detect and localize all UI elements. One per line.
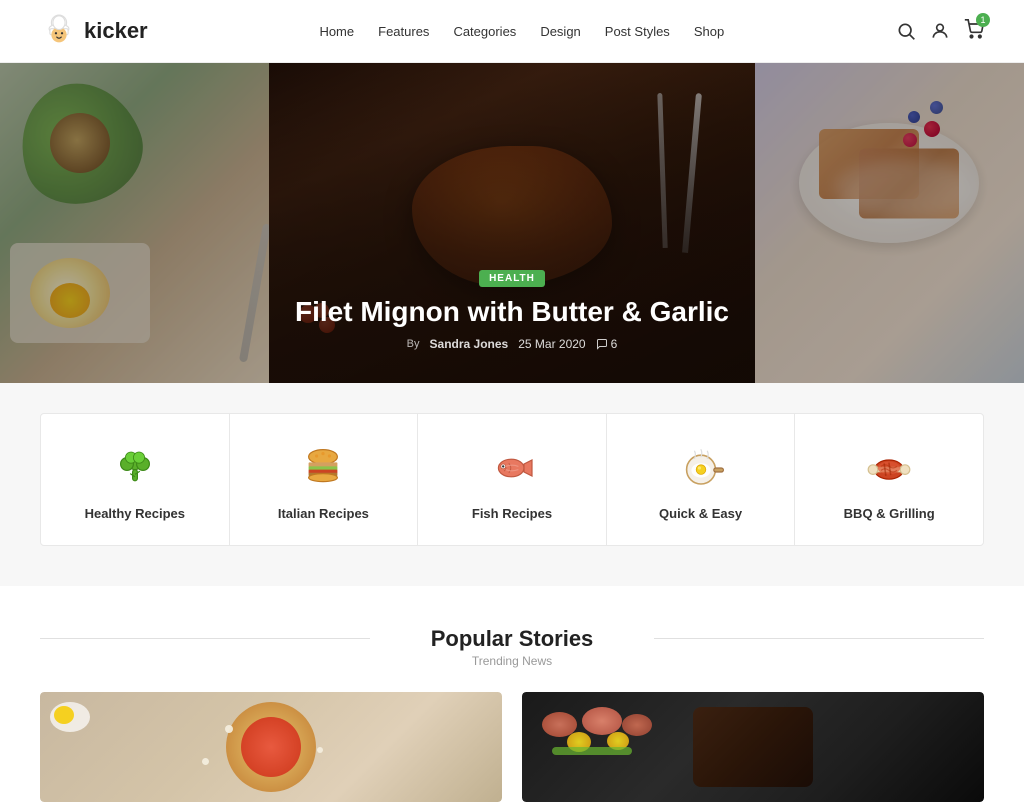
healthy-recipes-label: Healthy Recipes bbox=[85, 506, 185, 521]
hero-date: 25 Mar 2020 bbox=[518, 337, 585, 351]
popular-title: Popular Stories bbox=[40, 626, 984, 652]
nav-design[interactable]: Design bbox=[540, 24, 580, 39]
comment-icon bbox=[596, 338, 608, 350]
category-bbq-grilling[interactable]: BBQ & Grilling bbox=[795, 414, 983, 545]
category-quick-easy[interactable]: Quick & Easy bbox=[607, 414, 796, 545]
bbq-grilling-label: BBQ & Grilling bbox=[844, 506, 935, 521]
logo-text: kicker bbox=[84, 18, 148, 44]
hero-title: Filet Mignon with Butter & Garlic bbox=[289, 295, 734, 329]
hero-section: HEALTH Filet Mignon with Butter & Garlic… bbox=[0, 63, 1024, 383]
categories-section: Healthy Recipes Italian Recipes bbox=[0, 383, 1024, 586]
hero-author: Sandra Jones bbox=[430, 337, 509, 351]
popular-header: Popular Stories Trending News bbox=[40, 626, 984, 668]
categories-grid: Healthy Recipes Italian Recipes bbox=[40, 413, 984, 546]
popular-stories-section: Popular Stories Trending News bbox=[0, 586, 1024, 802]
stories-grid bbox=[40, 692, 984, 802]
user-icon[interactable] bbox=[930, 21, 950, 41]
nav-home[interactable]: Home bbox=[319, 24, 354, 39]
category-fish-recipes[interactable]: Fish Recipes bbox=[418, 414, 607, 545]
story-card-1[interactable] bbox=[40, 692, 502, 802]
hero-author-label: By bbox=[407, 338, 420, 350]
logo[interactable]: kicker bbox=[40, 12, 148, 50]
nav-shop[interactable]: Shop bbox=[694, 24, 724, 39]
nav-categories[interactable]: Categories bbox=[453, 24, 516, 39]
italian-recipes-icon bbox=[297, 442, 349, 494]
site-header: kicker Home Features Categories Design P… bbox=[0, 0, 1024, 63]
hero-content: HEALTH Filet Mignon with Butter & Garlic… bbox=[269, 268, 754, 351]
nav-post-styles[interactable]: Post Styles bbox=[605, 24, 670, 39]
category-healthy-recipes[interactable]: Healthy Recipes bbox=[41, 414, 230, 545]
search-icon[interactable] bbox=[896, 21, 916, 41]
hero-left-image bbox=[0, 63, 269, 383]
hero-meta: By Sandra Jones 25 Mar 2020 6 bbox=[289, 337, 734, 351]
quick-easy-label: Quick & Easy bbox=[659, 506, 742, 521]
hero-badge: HEALTH bbox=[479, 270, 545, 287]
hero-comments: 6 bbox=[596, 337, 618, 351]
logo-icon bbox=[40, 12, 78, 50]
popular-subtitle: Trending News bbox=[40, 654, 984, 668]
main-nav: Home Features Categories Design Post Sty… bbox=[319, 24, 724, 39]
healthy-recipes-icon bbox=[109, 442, 161, 494]
header-icons: 1 bbox=[896, 19, 984, 44]
hero-center-image: HEALTH Filet Mignon with Butter & Garlic… bbox=[269, 63, 754, 383]
story-card-2[interactable] bbox=[522, 692, 984, 802]
quick-easy-icon bbox=[675, 442, 727, 494]
nav-features[interactable]: Features bbox=[378, 24, 429, 39]
category-italian-recipes[interactable]: Italian Recipes bbox=[230, 414, 419, 545]
hero-right-image bbox=[755, 63, 1024, 383]
fish-recipes-label: Fish Recipes bbox=[472, 506, 552, 521]
cart-button[interactable]: 1 bbox=[964, 19, 984, 44]
cart-count: 1 bbox=[976, 13, 990, 27]
fish-recipes-icon bbox=[486, 442, 538, 494]
bbq-grilling-icon bbox=[863, 442, 915, 494]
italian-recipes-label: Italian Recipes bbox=[278, 506, 369, 521]
